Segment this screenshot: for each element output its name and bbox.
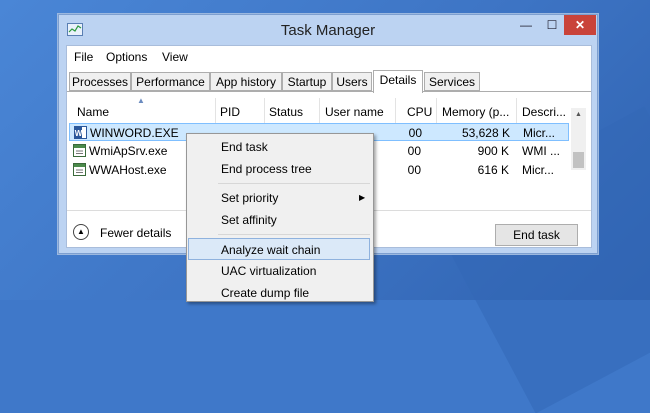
menu-item-end-task[interactable]: End task xyxy=(188,136,370,158)
process-cpu: 00 xyxy=(407,144,421,158)
menu-file[interactable]: File xyxy=(74,50,93,64)
word-doc-icon: W xyxy=(74,126,87,139)
menu-separator xyxy=(218,234,370,235)
column-header-user-name[interactable]: User name xyxy=(325,105,384,119)
process-memory: 900 K xyxy=(477,144,509,158)
app-window-icon xyxy=(73,144,86,157)
chevron-up-icon[interactable]: ▲ xyxy=(73,224,89,240)
title-bar[interactable]: Task Manager — ☐ ✕ xyxy=(59,15,597,45)
column-header-cpu[interactable]: CPU xyxy=(407,105,432,119)
tab-strip: Processes Performance App history Startu… xyxy=(67,70,591,93)
menu-separator xyxy=(218,183,370,184)
menu-view[interactable]: View xyxy=(162,50,188,64)
process-name: WWAHost.exe xyxy=(89,163,167,177)
menu-item-end-process-tree[interactable]: End process tree xyxy=(188,158,370,180)
scroll-up-arrow-icon[interactable]: ▲ xyxy=(571,108,586,122)
close-button[interactable]: ✕ xyxy=(564,15,596,35)
tab-app-history[interactable]: App history xyxy=(210,72,282,91)
menu-bar: File Options View xyxy=(67,48,591,66)
vertical-scrollbar[interactable]: ▲ xyxy=(571,108,586,170)
column-header-name[interactable]: Name xyxy=(77,105,109,119)
column-header-memory[interactable]: Memory (p... xyxy=(442,105,509,119)
column-header-description[interactable]: Descri... xyxy=(522,105,566,119)
svg-text:W: W xyxy=(75,129,83,138)
process-name: WmiApSrv.exe xyxy=(89,144,168,158)
app-window-icon xyxy=(73,163,86,176)
tab-details[interactable]: Details xyxy=(373,70,423,93)
end-task-button[interactable]: End task xyxy=(495,224,578,246)
column-separator[interactable] xyxy=(264,98,265,126)
process-name: WINWORD.EXE xyxy=(90,126,179,140)
process-cpu: 00 xyxy=(407,163,421,177)
column-separator[interactable] xyxy=(516,98,517,126)
submenu-arrow-icon: ▶ xyxy=(359,193,366,202)
tab-performance[interactable]: Performance xyxy=(131,72,210,91)
column-separator[interactable] xyxy=(319,98,320,126)
tab-services[interactable]: Services xyxy=(424,72,480,91)
menu-item-set-priority[interactable]: Set priority ▶ xyxy=(188,187,370,209)
fewer-details-label[interactable]: Fewer details xyxy=(100,226,171,240)
menu-item-uac-virtualization[interactable]: UAC virtualization xyxy=(188,260,370,282)
column-separator[interactable] xyxy=(215,98,216,126)
process-description: Micr... xyxy=(523,126,555,140)
menu-item-analyze-wait-chain[interactable]: Analyze wait chain xyxy=(188,238,370,260)
menu-item-set-affinity[interactable]: Set affinity xyxy=(188,209,370,231)
column-separator[interactable] xyxy=(395,98,396,126)
process-memory: 616 K xyxy=(477,163,509,177)
tab-divider xyxy=(67,91,591,92)
column-separator[interactable] xyxy=(436,98,437,126)
maximize-button[interactable]: ☐ xyxy=(539,15,565,35)
tab-startup[interactable]: Startup xyxy=(282,72,332,91)
process-cpu: 00 xyxy=(408,126,422,140)
tab-processes[interactable]: Processes xyxy=(69,72,131,91)
menu-options[interactable]: Options xyxy=(106,50,147,64)
process-memory: 53,628 K xyxy=(461,126,510,140)
column-header-pid[interactable]: PID xyxy=(220,105,240,119)
column-header-status[interactable]: Status xyxy=(269,105,303,119)
process-description: WMI ... xyxy=(522,144,560,158)
scrollbar-thumb[interactable] xyxy=(573,152,584,168)
tab-users[interactable]: Users xyxy=(332,72,372,91)
sort-ascending-icon: ▲ xyxy=(137,96,145,105)
context-menu: End task End process tree Set priority ▶… xyxy=(186,133,374,302)
menu-item-create-dump-file[interactable]: Create dump file xyxy=(188,282,370,304)
minimize-button[interactable]: — xyxy=(513,15,539,35)
process-description: Micr... xyxy=(522,163,554,177)
